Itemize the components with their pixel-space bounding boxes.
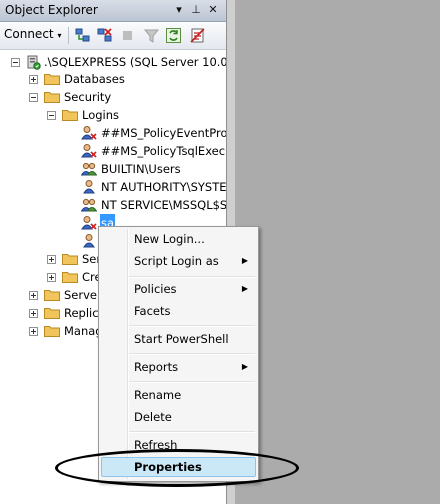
login-user-icon	[81, 126, 97, 140]
tree-node-login[interactable]: BUILTIN\Users	[0, 160, 226, 178]
menu-item-reports[interactable]: Reports	[134, 358, 178, 376]
tree-node-label: ##MS_PolicyTsqlExecu	[101, 144, 227, 158]
submenu-arrow-icon: ▶	[241, 256, 248, 265]
login-user-icon	[81, 216, 97, 230]
folder-icon	[62, 254, 78, 265]
menu-item-facets[interactable]: Facets	[134, 302, 171, 320]
group-login-icon	[81, 198, 97, 212]
tree-node-label: NT AUTHORITY\SYSTE	[101, 180, 227, 194]
tree-node-label: Manag	[64, 324, 103, 338]
menu-item-policies[interactable]: Policies	[134, 280, 177, 298]
tree-node-login[interactable]: NT SERVICE\MSSQL$S	[0, 196, 226, 214]
connect-button[interactable]: Connect ▾	[4, 27, 61, 41]
group-login-icon	[81, 162, 97, 176]
annotation-ellipse	[55, 449, 299, 487]
context-menu: New Login... Script Login as ▶ Policies …	[98, 226, 259, 482]
tree-node-label: Security	[64, 90, 112, 104]
expand-icon[interactable]	[29, 75, 38, 84]
collapse-icon[interactable]	[47, 111, 56, 120]
summary-icon[interactable]	[189, 27, 206, 44]
login-user-icon	[83, 234, 95, 248]
menu-item-start-powershell[interactable]: Start PowerShell	[134, 330, 229, 348]
tree-node-databases[interactable]: Databases	[0, 70, 226, 88]
connect-object-explorer-icon[interactable]	[74, 27, 91, 44]
connect-button-label: Connect	[4, 27, 54, 41]
tree-node-label: ##MS_PolicyEventProc	[101, 126, 227, 140]
toolbar-separator	[68, 27, 69, 44]
tree-node-label: Logins	[82, 108, 120, 122]
menu-separator	[129, 325, 255, 327]
object-explorer-titlebar: Object Explorer ▾ ⊥ ✕	[0, 0, 226, 22]
folder-icon	[44, 308, 60, 319]
folder-open-icon	[62, 110, 78, 121]
object-explorer-toolbar: Connect ▾	[0, 22, 226, 50]
expand-icon[interactable]	[29, 327, 38, 336]
folder-icon	[44, 326, 60, 337]
expand-icon[interactable]	[47, 273, 56, 282]
login-user-icon	[83, 180, 95, 194]
stop-icon[interactable]	[119, 27, 136, 44]
server-icon	[27, 55, 41, 70]
tree-node-label: Databases	[64, 72, 125, 86]
collapse-icon[interactable]	[11, 58, 20, 67]
expand-icon[interactable]	[47, 255, 56, 264]
tree-node-login[interactable]: NT AUTHORITY\SYSTE	[0, 178, 226, 196]
menu-separator	[129, 276, 255, 278]
menu-separator	[129, 353, 255, 355]
expand-icon[interactable]	[29, 291, 38, 300]
tree-node-server[interactable]: .\SQLEXPRESS (SQL Server 10.0.25	[0, 53, 226, 71]
tree-node-label: .\SQLEXPRESS (SQL Server 10.0.25	[44, 55, 227, 69]
tree-node-logins[interactable]: Logins	[0, 106, 226, 124]
expand-icon[interactable]	[29, 309, 38, 318]
tree-node-label: Server	[64, 288, 102, 302]
menu-separator	[129, 381, 255, 383]
tree-node-label: BUILTIN\Users	[101, 162, 181, 176]
filter-icon[interactable]	[143, 27, 160, 44]
menu-item-delete[interactable]: Delete	[134, 408, 172, 426]
folder-open-icon	[44, 92, 60, 103]
menu-item-rename[interactable]: Rename	[134, 386, 181, 404]
folder-icon	[44, 74, 60, 85]
tree-node-login[interactable]: ##MS_PolicyTsqlExecu	[0, 142, 226, 160]
folder-icon	[62, 272, 78, 283]
tree-node-security[interactable]: Security	[0, 88, 226, 106]
chevron-down-icon: ▾	[57, 31, 62, 40]
menu-separator	[129, 431, 255, 433]
menu-item-script-login-as[interactable]: Script Login as	[134, 252, 219, 270]
submenu-arrow-icon: ▶	[241, 362, 248, 371]
auto-hide-pin-icon[interactable]: ⊥	[189, 2, 203, 17]
panel-title: Object Explorer	[5, 3, 98, 17]
submenu-arrow-icon: ▶	[241, 284, 248, 293]
window-position-icon[interactable]: ▾	[172, 2, 186, 17]
refresh-icon[interactable]	[165, 27, 182, 44]
tree-node-label: NT SERVICE\MSSQL$S	[101, 198, 227, 212]
disconnect-icon[interactable]	[96, 27, 113, 44]
login-user-icon	[81, 144, 97, 158]
menu-item-new-login[interactable]: New Login...	[134, 230, 205, 248]
close-icon[interactable]: ✕	[206, 2, 220, 17]
folder-icon	[44, 290, 60, 301]
tree-node-login[interactable]: ##MS_PolicyEventProc	[0, 124, 226, 142]
collapse-icon[interactable]	[29, 93, 38, 102]
